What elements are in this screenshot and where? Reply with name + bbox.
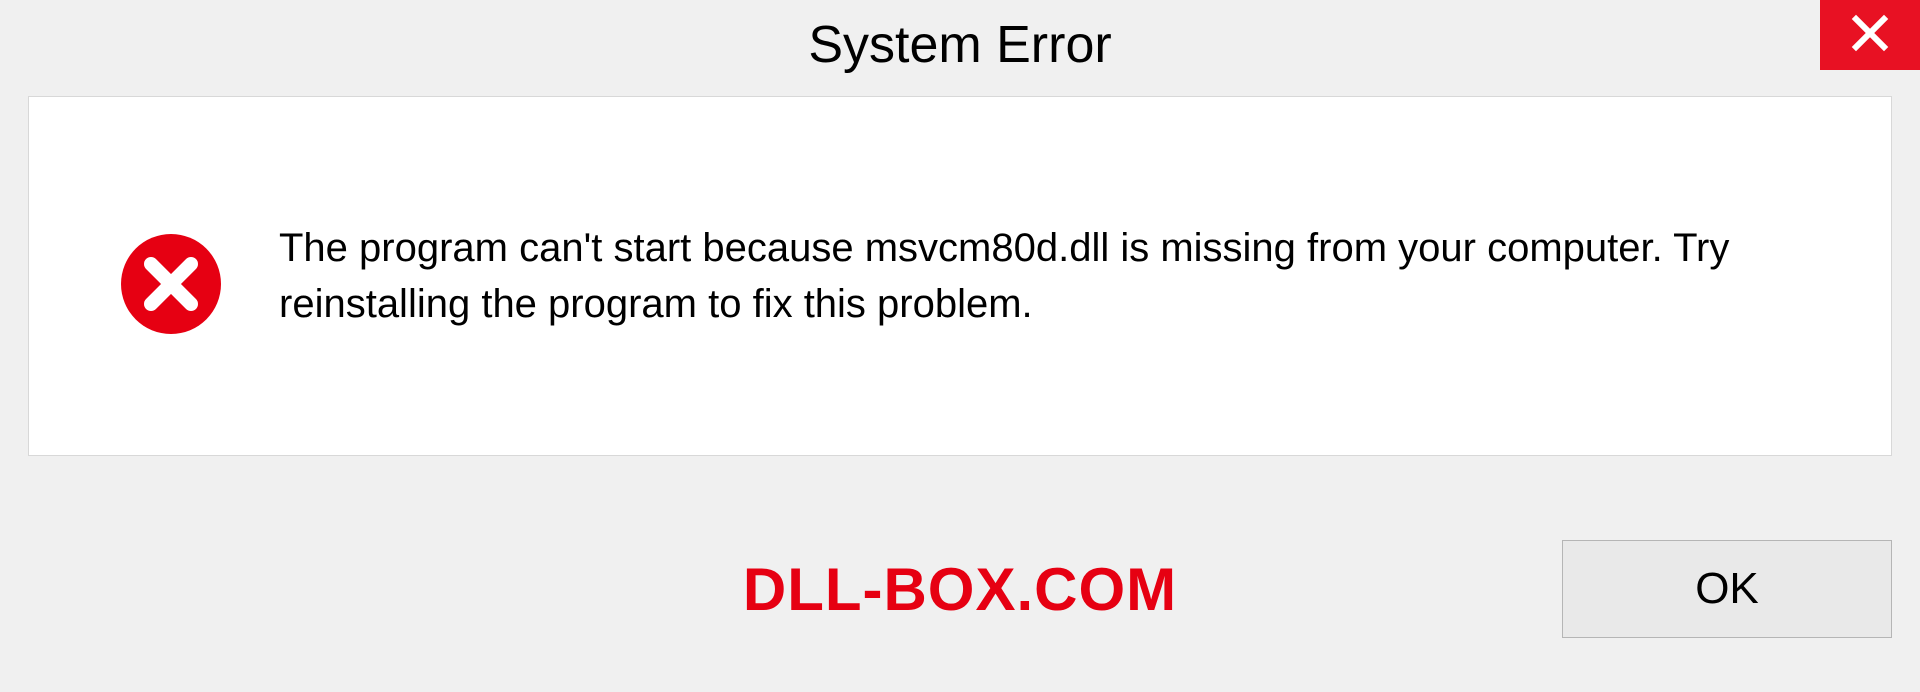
watermark-text: DLL-BOX.COM: [743, 555, 1177, 624]
close-icon: [1850, 13, 1890, 58]
titlebar: System Error: [0, 0, 1920, 90]
error-message: The program can't start because msvcm80d…: [279, 220, 1779, 332]
footer: DLL-BOX.COM OK: [28, 514, 1892, 664]
content-panel: The program can't start because msvcm80d…: [28, 96, 1892, 456]
ok-button[interactable]: OK: [1562, 540, 1892, 638]
error-icon: [119, 232, 223, 336]
dialog-title: System Error: [808, 15, 1111, 75]
close-button[interactable]: [1820, 0, 1920, 70]
